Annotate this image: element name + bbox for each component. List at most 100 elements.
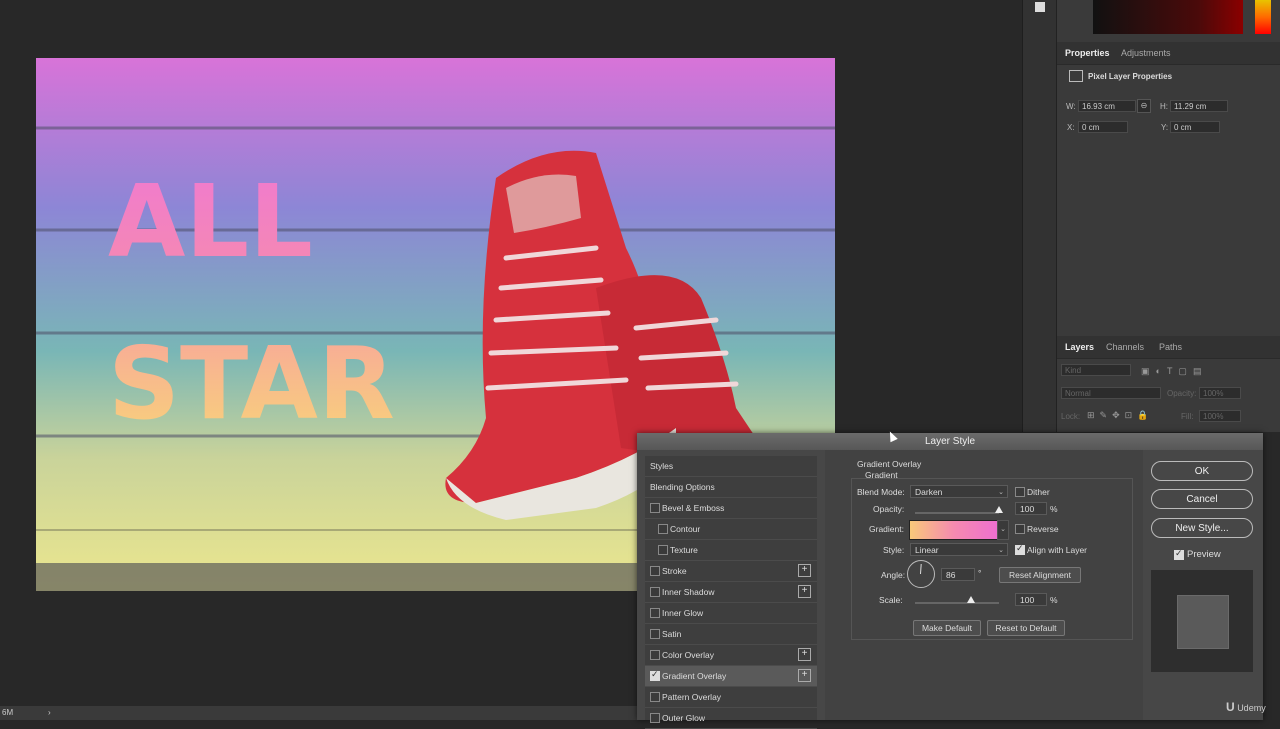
style-item-inner-shadow[interactable]: Inner Shadow + xyxy=(645,582,817,603)
layer-opacity-label: Opacity: xyxy=(1167,389,1197,398)
layer-opacity-field[interactable]: 100% xyxy=(1199,387,1241,399)
style-item-satin[interactable]: Satin xyxy=(645,624,817,645)
opacity-slider[interactable] xyxy=(915,512,999,514)
headline-all: ALL xyxy=(108,163,313,280)
angle-field[interactable]: 86 xyxy=(941,568,975,581)
new-style-button[interactable]: New Style... xyxy=(1151,518,1253,538)
style-item-checkbox[interactable] xyxy=(658,524,668,534)
style-item-color-overlay[interactable]: Color Overlay + xyxy=(645,645,817,666)
style-item-checkbox[interactable] xyxy=(650,566,660,576)
right-panels: Properties Adjustments Pixel Layer Prope… xyxy=(1056,0,1280,432)
fill-label: Fill: xyxy=(1181,412,1194,421)
properties-section-title: Pixel Layer Properties xyxy=(1088,72,1173,81)
headline-star: STAR xyxy=(108,325,395,442)
layers-tabbar: Layers Channels Paths xyxy=(1057,336,1280,359)
styles-header[interactable]: Styles xyxy=(645,456,817,477)
layer-style-dialog: Layer Style Styles Blending Options Bevel… xyxy=(637,433,1263,729)
height-label: H: xyxy=(1160,102,1168,111)
style-item-checkbox[interactable] xyxy=(650,629,660,639)
style-item-label: Pattern Overlay xyxy=(662,692,722,702)
properties-tabbar: Properties Adjustments xyxy=(1057,42,1280,65)
style-item-blending-options[interactable]: Blending Options xyxy=(645,477,817,498)
opacity-field[interactable]: 100 xyxy=(1015,502,1047,515)
settings-title: Gradient Overlay xyxy=(857,459,922,469)
gradient-swatch[interactable] xyxy=(909,520,999,540)
style-item-gradient-overlay[interactable]: Gradient Overlay + xyxy=(645,666,817,687)
styles-header-label: Styles xyxy=(650,461,674,471)
style-item-checkbox[interactable] xyxy=(650,713,660,723)
chevron-down-icon: ⌄ xyxy=(998,547,1004,554)
style-item-checkbox[interactable] xyxy=(658,545,668,555)
scale-slider[interactable] xyxy=(915,602,999,604)
reset-alignment-button[interactable]: Reset Alignment xyxy=(999,567,1081,583)
style-item-checkbox[interactable] xyxy=(650,669,660,681)
style-item-inner-glow[interactable]: Inner Glow xyxy=(645,603,817,624)
filter-icons[interactable]: ▣◐T▢▤ xyxy=(1141,366,1251,376)
style-item-outer-glow[interactable]: Outer Glow xyxy=(645,708,817,729)
dialog-title[interactable]: Layer Style xyxy=(637,433,1263,450)
angle-label: Angle: xyxy=(881,570,906,580)
lock-label: Lock: xyxy=(1061,412,1081,421)
dither-label: Dither xyxy=(1027,487,1050,497)
tab-layers[interactable]: Layers xyxy=(1065,342,1094,352)
tab-channels[interactable]: Channels xyxy=(1106,342,1144,352)
height-field[interactable]: 11.29 cm xyxy=(1170,100,1228,112)
preview-checkbox[interactable] xyxy=(1174,548,1184,560)
gradient-label: Gradient: xyxy=(869,524,904,534)
reset-to-default-button[interactable]: Reset to Default xyxy=(987,620,1065,636)
add-effect-plus-icon[interactable]: + xyxy=(798,648,811,661)
width-label: W: xyxy=(1066,102,1076,111)
link-icon[interactable]: ⊖ xyxy=(1137,99,1151,113)
width-field[interactable]: 16.93 cm xyxy=(1078,100,1136,112)
gradient-overlay-settings: Gradient Overlay Gradient Blend Mode: Da… xyxy=(825,450,1143,720)
angle-dial[interactable] xyxy=(907,560,935,588)
add-effect-plus-icon[interactable]: + xyxy=(798,564,811,577)
zoom-readout: 6M xyxy=(2,708,14,717)
style-item-label: Inner Glow xyxy=(662,608,704,618)
blend-mode-select[interactable]: Darken ⌄ xyxy=(910,485,1008,498)
add-effect-plus-icon[interactable]: + xyxy=(798,585,811,598)
layer-filter-kind[interactable]: Kind xyxy=(1061,364,1131,376)
fill-field[interactable]: 100% xyxy=(1199,410,1241,422)
cancel-button[interactable]: Cancel xyxy=(1151,489,1253,509)
degree-symbol: ° xyxy=(978,568,982,578)
tab-adjustments[interactable]: Adjustments xyxy=(1121,48,1171,58)
style-select[interactable]: Linear ⌄ xyxy=(910,543,1008,556)
scale-label: Scale: xyxy=(879,595,903,605)
angle-needle xyxy=(920,563,922,575)
opacity-slider-thumb[interactable] xyxy=(995,506,1003,513)
style-item-checkbox[interactable] xyxy=(650,503,660,513)
x-field[interactable]: 0 cm xyxy=(1078,121,1128,133)
style-item-label: Outer Glow xyxy=(662,713,705,723)
scale-field[interactable]: 100 xyxy=(1015,593,1047,606)
tab-paths[interactable]: Paths xyxy=(1159,342,1182,352)
style-item-label: Blending Options xyxy=(650,482,715,492)
style-item-checkbox[interactable] xyxy=(650,692,660,702)
style-item-checkbox[interactable] xyxy=(650,587,660,597)
align-with-layer-checkbox[interactable] xyxy=(1015,543,1025,555)
dither-checkbox[interactable] xyxy=(1015,487,1025,497)
lock-icons[interactable]: ⊞✎✥⊡🔒 xyxy=(1087,410,1167,420)
style-preview-box xyxy=(1151,570,1253,672)
hue-slider[interactable] xyxy=(1255,0,1271,34)
style-item-checkbox[interactable] xyxy=(650,650,660,660)
status-arrow-icon[interactable]: › xyxy=(48,708,51,717)
make-default-button[interactable]: Make Default xyxy=(913,620,981,636)
paragraph-icon[interactable] xyxy=(1035,2,1045,12)
tab-properties[interactable]: Properties xyxy=(1065,48,1110,58)
scale-slider-thumb[interactable] xyxy=(967,596,975,603)
ok-button[interactable]: OK xyxy=(1151,461,1253,481)
style-item-label: Bevel & Emboss xyxy=(662,503,725,513)
style-item-pattern-overlay[interactable]: Pattern Overlay xyxy=(645,687,817,708)
y-field[interactable]: 0 cm xyxy=(1170,121,1220,133)
style-item-checkbox[interactable] xyxy=(650,608,660,618)
add-effect-plus-icon[interactable]: + xyxy=(798,669,811,682)
style-item-stroke[interactable]: Stroke + xyxy=(645,561,817,582)
layer-blend-mode[interactable]: Normal xyxy=(1061,387,1161,399)
color-picker-field[interactable] xyxy=(1093,0,1243,34)
style-item-texture[interactable]: Texture xyxy=(645,540,817,561)
style-item-bevel-emboss[interactable]: Bevel & Emboss xyxy=(645,498,817,519)
reverse-checkbox[interactable] xyxy=(1015,524,1025,534)
gradient-dropdown-chevron-icon[interactable]: ⌄ xyxy=(997,520,1009,540)
style-item-contour[interactable]: Contour xyxy=(645,519,817,540)
